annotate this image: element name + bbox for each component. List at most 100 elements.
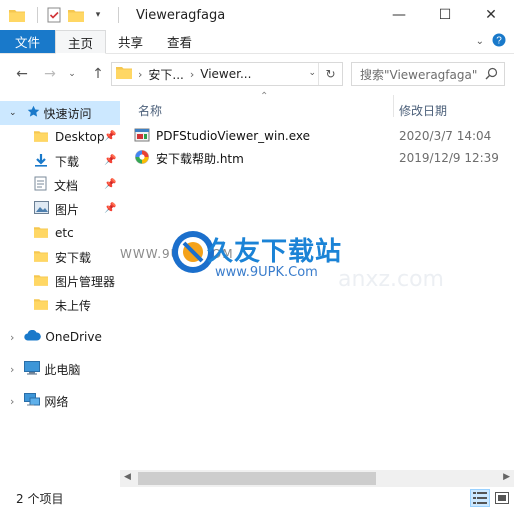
- large-icons-view-icon[interactable]: [492, 489, 512, 507]
- navigation-pane: ⌄ 快速访问 Desktop 📌 下载 📌 文档 📌 图片 📌 etc 安下载 …: [0, 95, 120, 485]
- folder-icon: [34, 226, 48, 241]
- recent-locations-icon[interactable]: ⌄: [60, 62, 84, 86]
- search-placeholder: 搜索"Vieweragfaga": [360, 67, 478, 82]
- tab-file[interactable]: 文件: [0, 30, 56, 53]
- pin-icon: 📌: [104, 203, 117, 214]
- star-icon: [27, 105, 40, 121]
- horizontal-scrollbar[interactable]: ◀ ▶: [120, 470, 514, 487]
- toolbar-divider: [37, 7, 38, 23]
- pictures-icon: [34, 201, 49, 217]
- nav-label: etc: [55, 226, 74, 240]
- svg-text:?: ?: [496, 36, 502, 47]
- pin-icon: 📌: [104, 179, 117, 190]
- nav-label: OneDrive: [45, 330, 102, 344]
- tab-share[interactable]: 共享: [106, 30, 155, 53]
- file-row[interactable]: PDFStudioViewer_win.exe 2020/3/7 14:04: [134, 125, 504, 147]
- cloud-icon: [24, 329, 42, 344]
- item-count: 2 个项目: [16, 491, 64, 506]
- breadcrumb-item[interactable]: Viewer...: [200, 67, 251, 81]
- file-date: 2019/12/9 12:39: [399, 151, 499, 165]
- title-bar: ▾ Vieweragfaga — ☐ ✕: [0, 0, 514, 30]
- scroll-left-icon[interactable]: ◀: [124, 472, 131, 482]
- nav-item-etc[interactable]: etc: [34, 221, 120, 245]
- nav-item-this-pc[interactable]: › 此电脑: [0, 357, 120, 381]
- minimize-button[interactable]: —: [376, 0, 422, 30]
- refresh-icon[interactable]: ↻: [318, 63, 342, 85]
- search-input[interactable]: 搜索"Vieweragfaga": [351, 62, 505, 86]
- folder-icon: [34, 298, 48, 313]
- nav-item-anxz[interactable]: 安下载: [34, 245, 120, 269]
- window-title: Vieweragfaga: [136, 7, 226, 23]
- ribbon-right-controls: ⌄ ?: [476, 30, 514, 53]
- back-arrow-icon[interactable]: ←: [10, 62, 34, 86]
- scrollbar-thumb[interactable]: [138, 472, 376, 485]
- chevron-right-icon: ›: [138, 67, 143, 81]
- folder-icon: [116, 66, 132, 82]
- sort-ascending-icon: ⌃: [260, 91, 269, 102]
- details-view-icon[interactable]: [470, 489, 490, 507]
- nav-item-network[interactable]: › 网络: [0, 389, 120, 413]
- toolbar-divider: [118, 7, 119, 23]
- nav-item-not-uploaded[interactable]: 未上传: [34, 293, 120, 317]
- maximize-button[interactable]: ☐: [422, 0, 468, 30]
- column-header-name[interactable]: 名称: [138, 99, 162, 121]
- folder-icon: [34, 250, 48, 265]
- nav-label: 快速访问: [43, 106, 92, 121]
- new-folder-icon[interactable]: [67, 6, 85, 24]
- nav-label: 下载: [55, 154, 80, 169]
- exe-icon: [134, 127, 150, 146]
- breadcrumb-item[interactable]: 安下...: [148, 66, 183, 83]
- properties-icon[interactable]: [45, 6, 63, 24]
- view-buttons: [470, 489, 512, 507]
- document-icon: [34, 176, 47, 194]
- nav-label: 网络: [44, 394, 69, 409]
- folder-icon: [34, 274, 48, 289]
- status-bar: 2 个项目: [0, 487, 514, 509]
- tab-home[interactable]: 主页: [55, 30, 107, 54]
- chevron-right-icon[interactable]: ›: [10, 331, 14, 344]
- nav-label: 安下载: [55, 250, 92, 265]
- nav-label: 此电脑: [44, 362, 81, 377]
- file-date: 2020/3/7 14:04: [399, 129, 492, 143]
- tab-view[interactable]: 查看: [155, 30, 204, 53]
- download-icon: [34, 153, 48, 170]
- window-controls: — ☐ ✕: [376, 0, 514, 30]
- search-icon: [485, 67, 498, 83]
- chevron-right-icon[interactable]: ›: [10, 363, 14, 376]
- column-header-date[interactable]: 修改日期: [399, 99, 447, 121]
- pin-icon: 📌: [104, 155, 117, 166]
- address-bar[interactable]: › 安下... › Viewer... ⌄ ↻: [111, 62, 343, 86]
- chevron-down-icon[interactable]: ⌄: [308, 68, 316, 78]
- htm-icon: [134, 149, 150, 168]
- nav-label: 文档: [54, 178, 79, 193]
- nav-label: 图片: [55, 202, 80, 217]
- folder-icon: [8, 6, 26, 24]
- chevron-right-icon: ›: [189, 67, 195, 81]
- chevron-right-icon[interactable]: ›: [10, 395, 14, 408]
- close-button[interactable]: ✕: [468, 0, 514, 30]
- nav-item-onedrive[interactable]: › OneDrive: [0, 325, 120, 349]
- file-name: 安下载帮助.htm: [156, 151, 244, 166]
- nav-label: Desktop: [55, 130, 105, 144]
- file-list: ⌃ 名称 修改日期 PDFStudioViewer_win.exe 2020/3…: [120, 91, 514, 470]
- nav-label: 图片管理器: [55, 274, 116, 289]
- column-divider[interactable]: [393, 95, 394, 117]
- network-icon: [24, 392, 41, 410]
- file-row[interactable]: 安下载帮助.htm 2019/12/9 12:39: [134, 147, 504, 169]
- up-arrow-icon[interactable]: ↑: [86, 62, 110, 86]
- nav-item-picture-manager[interactable]: 图片管理器: [34, 269, 120, 293]
- nav-label: 未上传: [55, 298, 92, 313]
- forward-arrow-icon[interactable]: →: [38, 62, 62, 86]
- help-icon[interactable]: ?: [492, 33, 506, 50]
- computer-icon: [24, 360, 41, 378]
- ribbon-tabs: 文件 主页 共享 查看 ⌄ ?: [0, 30, 514, 54]
- file-name: PDFStudioViewer_win.exe: [156, 129, 311, 143]
- chevron-down-icon[interactable]: ⌄: [9, 108, 17, 118]
- customize-toolbar-icon[interactable]: ▾: [89, 6, 107, 24]
- chevron-down-icon[interactable]: ⌄: [476, 36, 484, 47]
- quick-access-toolbar: ▾: [0, 6, 126, 24]
- pin-icon: 📌: [104, 131, 117, 142]
- scroll-right-icon[interactable]: ▶: [503, 472, 510, 482]
- folder-icon: [34, 130, 48, 145]
- nav-item-quick-access[interactable]: ⌄ 快速访问: [0, 101, 120, 125]
